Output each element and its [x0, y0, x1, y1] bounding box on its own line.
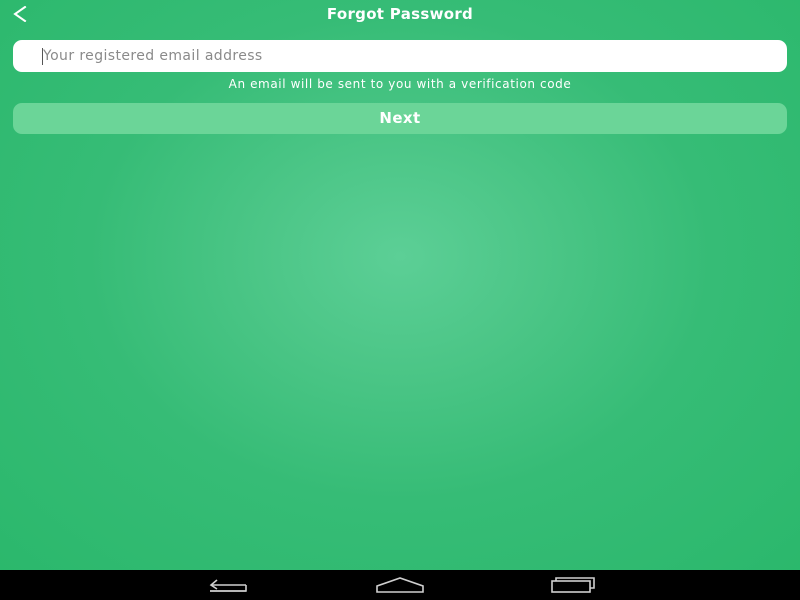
- nav-back-button[interactable]: [204, 575, 254, 595]
- next-button[interactable]: Next: [13, 103, 787, 134]
- system-navigation-bar: [0, 570, 800, 600]
- page-title: Forgot Password: [326, 5, 474, 23]
- nav-home-button[interactable]: [375, 575, 425, 595]
- email-input[interactable]: [13, 40, 787, 72]
- text-cursor: [42, 48, 43, 65]
- nav-recents-button[interactable]: [546, 575, 598, 595]
- home-icon: [376, 577, 424, 593]
- header-bar: Forgot Password: [0, 0, 800, 28]
- forgot-password-screen: Forgot Password An email will be sent to…: [0, 0, 800, 570]
- back-arrow-icon: [209, 579, 247, 592]
- email-hint-text: An email will be sent to you with a veri…: [228, 77, 572, 91]
- recent-apps-icon: [551, 577, 595, 593]
